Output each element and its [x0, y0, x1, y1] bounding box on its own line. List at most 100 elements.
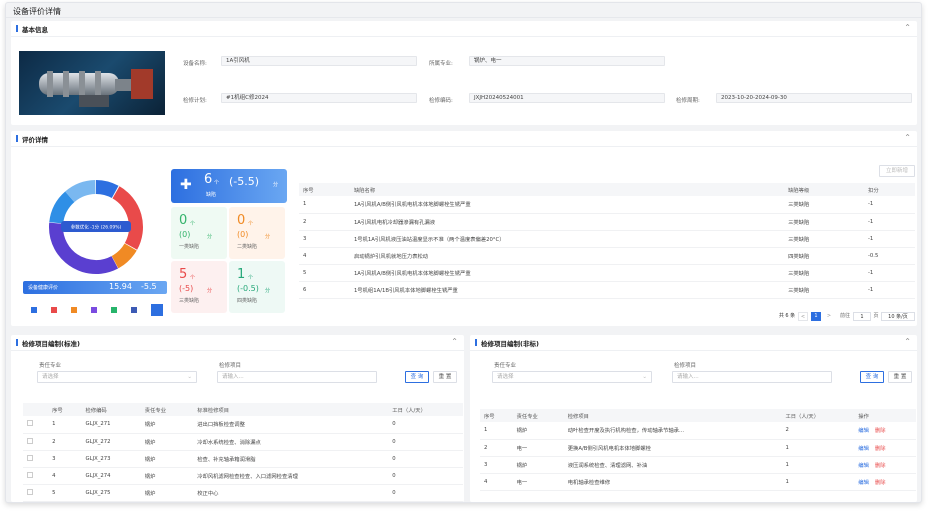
table-cell: GLJX_271: [81, 416, 141, 434]
card-score-unit: 分: [265, 288, 271, 294]
nonstd-spec-select[interactable]: 请选择 ⌄: [492, 371, 652, 383]
std-spec-label: 责任专业: [39, 363, 62, 369]
pager-total: 共 6 条: [778, 313, 796, 319]
row-checkbox[interactable]: [23, 433, 49, 451]
health-score-value: 15.94: [109, 282, 132, 291]
basic-info-header[interactable]: 基本信息 ⌃: [11, 21, 917, 37]
defect-count: 6: [204, 172, 213, 187]
std-reset-button[interactable]: 重 置: [433, 371, 457, 383]
table-row[interactable]: 4 启动锅炉引风机就地压力表松动 四类缺陷 -0.5: [299, 247, 915, 265]
std-spec-select[interactable]: 请选择 ⌄: [37, 371, 197, 383]
pager-goto-input[interactable]: 1: [853, 312, 871, 321]
table-cell: 0: [388, 433, 463, 451]
edit-link[interactable]: 编辑: [858, 446, 869, 452]
health-score-label: 设备健康评价: [28, 285, 59, 291]
table-cell: 锅炉: [140, 450, 194, 468]
edit-link[interactable]: 编辑: [858, 428, 869, 434]
table-cell: 检查、补充轴承箱润滑脂: [193, 450, 389, 468]
table-row[interactable]: 1 1A引风机A/B侧引风机电机本体地脚螺栓生锈严重 三类缺陷 -1: [299, 196, 915, 214]
table-row[interactable]: 1 锅炉 动叶检查开度及执行机构检查，传动轴承节轴承... 2 编辑 删除: [480, 422, 916, 440]
table-cell: -1: [864, 213, 915, 231]
legend-swatch[interactable]: [111, 307, 117, 313]
legend-swatch[interactable]: [31, 307, 37, 313]
evaluation-header[interactable]: 评价详情 ⌃: [11, 131, 917, 147]
delete-link[interactable]: 删除: [875, 428, 886, 434]
card-count: 0: [237, 213, 246, 228]
table-row[interactable]: 2 GLJX_272 锅炉 冷却水系统检查、消除漏点 0: [23, 433, 463, 451]
legend-swatch[interactable]: [51, 307, 57, 313]
add-button[interactable]: 立即新增: [879, 165, 915, 177]
chevron-up-icon[interactable]: ⌃: [904, 23, 911, 32]
nonstd-item-input[interactable]: 请输入...: [672, 371, 832, 383]
legend-swatch[interactable]: [91, 307, 97, 313]
standard-items-table: 序号 检修编码 责任专业 标准检修项目 工日（人/天） 1 GLJX_271 锅炉 进出口挡板检…: [23, 403, 463, 502]
table-row[interactable]: 2 1A引风机电机冷却器渗漏有孔漏液 三类缺陷 -1: [299, 213, 915, 231]
table-cell: -1: [864, 281, 915, 299]
table-row[interactable]: 4 电一 电机轴承检查维修 1 编辑 删除: [480, 473, 916, 491]
table-cell: 锅炉: [140, 433, 194, 451]
chevron-up-icon[interactable]: ⌃: [451, 337, 458, 346]
chevron-up-icon[interactable]: ⌃: [904, 133, 911, 142]
nonstd-query-button[interactable]: 查 询: [860, 371, 884, 383]
pager-prev-button[interactable]: <: [798, 312, 808, 321]
delete-link[interactable]: 删除: [875, 480, 886, 486]
table-row[interactable]: 5 GLJX_275 锅炉 校正中心 0: [23, 484, 463, 502]
pager-size-select[interactable]: 10 条/页: [881, 312, 915, 321]
nonstandard-items-header[interactable]: 检修项目编制(非标) ⌃: [470, 335, 917, 351]
health-score-bar: 设备健康评价 15.94 -5.5: [23, 281, 167, 294]
accent-bar: [16, 135, 18, 142]
delete-link[interactable]: 删除: [875, 463, 886, 469]
std-query-button[interactable]: 查 询: [405, 371, 429, 383]
table-cell: 2: [781, 422, 855, 440]
table-cell: GLJX_274: [81, 467, 141, 485]
table-cell: 2: [480, 439, 513, 457]
table-cell: -1: [864, 264, 915, 282]
code-label: 检修编码:: [429, 98, 453, 104]
pager-page-1[interactable]: 1: [811, 312, 821, 321]
table-cell: 2: [299, 213, 350, 231]
row-checkbox[interactable]: [23, 450, 49, 468]
standard-items-header[interactable]: 检修项目编制(标准) ⌃: [11, 335, 464, 351]
table-cell: -1: [864, 196, 915, 214]
defect-score: (-5.5): [229, 175, 260, 188]
defect-class-card: 5 个 (-5) 分三类缺陷: [171, 261, 227, 313]
select-all-checkbox[interactable]: [23, 403, 49, 416]
table-cell: 锅炉: [140, 416, 194, 434]
table-cell: 1A引风机A/B侧引风机电机本体地脚螺栓生锈严重: [349, 196, 785, 214]
card-score: (-0.5): [237, 284, 259, 293]
table-cell: GLJX_273: [81, 450, 141, 468]
table-cell: 4: [48, 467, 82, 485]
std-item-input[interactable]: 请输入...: [217, 371, 377, 383]
row-checkbox[interactable]: [23, 416, 49, 434]
nonstd-reset-button[interactable]: 重 置: [888, 371, 912, 383]
device-name-field: 1A引风机: [221, 56, 417, 66]
edit-link[interactable]: 编辑: [858, 463, 869, 469]
nonstandard-items-title: 检修项目编制(非标): [481, 340, 539, 348]
table-row[interactable]: 3 锅炉 液压润系统检查、清理滤网、补油 1 编辑 删除: [480, 456, 916, 474]
row-checkbox[interactable]: [23, 484, 49, 502]
specialty-field: 锅炉、电一: [469, 56, 665, 66]
legend-swatch[interactable]: [131, 307, 137, 313]
table-row[interactable]: 3 GLJX_273 锅炉 检查、补充轴承箱润滑脂 0: [23, 450, 463, 468]
table-row[interactable]: 4 GLJX_274 锅炉 冷却风机滤网检查检查、入口滤网检查清理 0: [23, 467, 463, 485]
delete-link[interactable]: 删除: [875, 446, 886, 452]
table-row[interactable]: 1 GLJX_271 锅炉 进出口挡板检查调整 0: [23, 416, 463, 434]
legend-swatch[interactable]: [151, 304, 163, 316]
row-checkbox[interactable]: [23, 467, 49, 485]
edit-link[interactable]: 编辑: [858, 480, 869, 486]
evaluation-card: 评价详情 ⌃ 参数优化 -1分 (26.09%) 设备健康评价 15.94 -5.…: [11, 131, 917, 326]
table-row[interactable]: 2 电一 更换A/B侧引风机电机本体地脚螺栓 1 编辑 删除: [480, 439, 916, 457]
defect-donut-chart: 参数优化 -1分 (26.09%): [48, 180, 143, 274]
accent-bar: [475, 339, 477, 346]
legend-swatch[interactable]: [71, 307, 77, 313]
chevron-up-icon[interactable]: ⌃: [904, 337, 911, 346]
divider: [6, 17, 921, 18]
table-row[interactable]: 5 1A引风机A/B侧引风机电机本体地脚螺栓生锈严重 三类缺陷 -1: [299, 264, 915, 282]
table-row[interactable]: 3 1号机1A引风机液压油站温度显示不准（两个温度表偏差20°C） 三类缺陷 -1: [299, 230, 915, 248]
pager-next-button[interactable]: >: [824, 312, 834, 321]
table-cell: 冷却水系统检查、消除漏点: [193, 433, 389, 451]
card-score-unit: 分: [265, 234, 271, 240]
pager-page-unit: 页: [873, 313, 879, 319]
table-row[interactable]: 6 1号机组1A/1B引风机本体地脚螺栓生锈严重 三类缺陷 -1: [299, 281, 915, 299]
table-cell: 四类缺陷: [784, 247, 865, 265]
